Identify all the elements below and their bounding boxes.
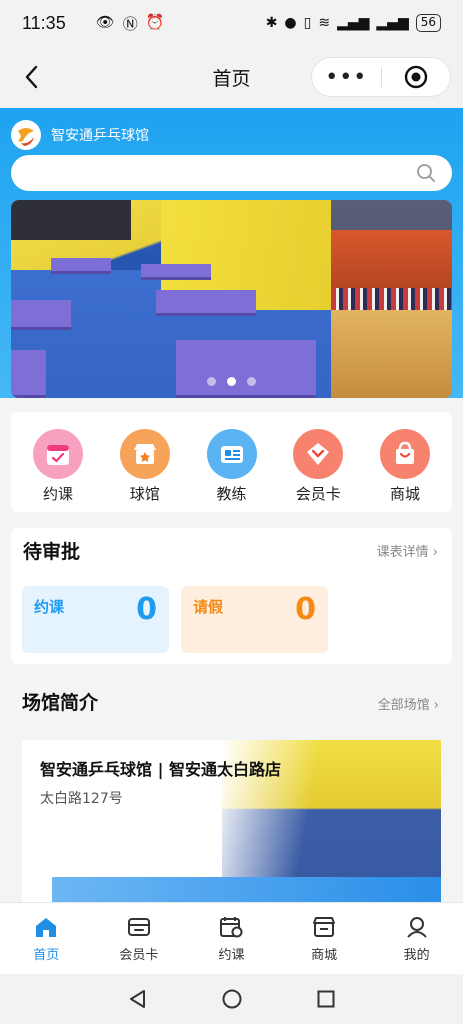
menu-label: 教练 xyxy=(216,485,247,503)
tab-booking[interactable]: 约课 xyxy=(185,903,278,974)
target-icon xyxy=(404,65,427,89)
bottom-tab-bar: 首页 会员卡 约课 商城 我的 xyxy=(0,902,463,974)
banner-slide-hall[interactable] xyxy=(11,200,331,398)
menu-item-shop[interactable]: 商城 xyxy=(368,429,442,512)
bluetooth-icon: ✱ xyxy=(265,15,278,31)
table-6 xyxy=(51,258,111,274)
section-title: 待审批 xyxy=(23,541,81,563)
calendar-icon xyxy=(33,429,83,479)
home-icon xyxy=(36,918,57,937)
back-triangle-icon[interactable] xyxy=(127,988,149,1010)
brand: 智安通乒乓球馆 xyxy=(11,120,149,150)
table-5 xyxy=(141,264,211,280)
tab-shop[interactable]: 商城 xyxy=(278,903,371,974)
vibrate-icon: ▯ xyxy=(303,15,312,31)
menu-label: 商城 xyxy=(389,485,420,503)
profile-icon xyxy=(406,917,427,938)
back-button[interactable] xyxy=(18,62,44,92)
logo-icon xyxy=(11,120,41,150)
recents-square-icon[interactable] xyxy=(315,988,337,1010)
menu-item-booking[interactable]: 约课 xyxy=(21,429,95,512)
alarm-icon: ⏰ xyxy=(145,12,165,31)
tab-home[interactable]: 首页 xyxy=(0,903,93,974)
tab-label: 首页 xyxy=(33,948,60,963)
banner-slide-arena[interactable] xyxy=(331,200,452,398)
chevron-right-icon: › xyxy=(432,545,438,560)
ceiling xyxy=(11,200,131,240)
signal-icon: ▂▄▆ xyxy=(337,15,370,31)
search-input[interactable] xyxy=(11,155,452,191)
link-label: 全部场馆 xyxy=(377,698,430,713)
tab-label: 商城 xyxy=(311,948,338,963)
tab-label: 我的 xyxy=(403,948,430,963)
status-time: 11:35 xyxy=(22,12,66,33)
menu-label: 约课 xyxy=(42,485,73,503)
banner-carousel[interactable] xyxy=(11,200,452,398)
table-3 xyxy=(176,340,316,398)
wifi-icon: ≋ xyxy=(318,15,331,31)
all-venues-link[interactable]: 全部场馆 › xyxy=(378,694,439,713)
tab-label: 约课 xyxy=(218,948,245,963)
menu-label: 会员卡 xyxy=(295,485,341,503)
venue-card[interactable]: 智安通乒乓球馆 | 智安通太白路店 太白路127号 xyxy=(22,740,441,910)
stat-value: 0 xyxy=(295,592,316,627)
stat-label: 请假 xyxy=(193,598,224,616)
coach-card-icon xyxy=(206,429,257,479)
leave-stat[interactable]: 请假 0 xyxy=(181,586,328,653)
table-2 xyxy=(11,350,46,398)
pending-approval-card: 待审批 课表详情 › 约课 0 请假 0 xyxy=(11,528,452,664)
shopping-bag-icon xyxy=(380,429,430,479)
menu-item-coach[interactable]: 教练 xyxy=(195,429,269,512)
tab-member-card[interactable]: 会员卡 xyxy=(93,903,186,974)
stat-value: 0 xyxy=(136,592,157,627)
section-title: 场馆简介 xyxy=(22,692,99,714)
eye-icon: 👁 xyxy=(95,12,115,31)
carousel-dot[interactable] xyxy=(207,377,216,386)
menu-item-member-card[interactable]: 会员卡 xyxy=(281,429,355,512)
arena-court xyxy=(331,310,452,398)
member-card-icon xyxy=(293,429,344,479)
venue-address: 太白路127号 xyxy=(40,791,123,807)
nfc-icon: Ⓝ xyxy=(122,14,138,33)
page-title: 首页 xyxy=(212,67,251,90)
shop-icon xyxy=(313,917,336,937)
mini-program-capsule: ••• xyxy=(311,57,451,97)
more-button[interactable]: ••• xyxy=(312,58,381,96)
brand-name: 智安通乒乓球馆 xyxy=(51,128,149,144)
signal-icon-2: ▂▄▆ xyxy=(376,15,409,31)
search-icon xyxy=(417,164,435,182)
store-icon xyxy=(119,429,170,479)
table-1 xyxy=(11,300,71,330)
menu-item-venue[interactable]: 球馆 xyxy=(108,429,182,512)
schedule-icon xyxy=(220,917,243,938)
more-icon: ••• xyxy=(325,64,368,90)
booking-stat[interactable]: 约课 0 xyxy=(22,586,169,653)
close-program-button[interactable] xyxy=(382,58,451,96)
carousel-indicators xyxy=(207,377,256,386)
stat-label: 约课 xyxy=(34,598,65,616)
chevron-left-icon xyxy=(25,65,38,89)
status-bar: 11:35 👁 Ⓝ ⏰ ✱ ● ▯ ≋ ▂▄▆ ▂▄▆ 56 xyxy=(0,0,463,46)
arena-stands xyxy=(331,230,452,290)
carousel-dot-active[interactable] xyxy=(227,377,236,386)
table-4 xyxy=(156,290,256,316)
status-right-icons: ✱ ● ▯ ≋ ▂▄▆ ▂▄▆ 56 xyxy=(266,14,441,32)
status-left-icons: 👁 Ⓝ ⏰ xyxy=(96,13,165,34)
venue-section-header: 场馆简介 全部场馆 › xyxy=(0,680,463,726)
location-icon: ● xyxy=(284,15,297,31)
tab-label: 会员卡 xyxy=(119,948,159,963)
tab-profile[interactable]: 我的 xyxy=(370,903,463,974)
system-navigation-bar xyxy=(0,974,463,1024)
link-label: 课表详情 xyxy=(376,545,429,560)
battery-indicator: 56 xyxy=(415,14,441,32)
card-icon xyxy=(127,918,150,936)
venue-name: 智安通乒乓球馆 | 智安通太白路店 xyxy=(40,760,281,779)
schedule-details-link[interactable]: 课表详情 › xyxy=(377,541,438,560)
navigation-bar: 首页 ••• xyxy=(0,46,463,108)
quick-menu: 约课 球馆 教练 会员卡 商城 xyxy=(11,412,452,512)
menu-label: 球馆 xyxy=(129,485,160,503)
carousel-dot[interactable] xyxy=(247,377,256,386)
home-circle-icon[interactable] xyxy=(221,988,243,1010)
chevron-right-icon: › xyxy=(433,698,439,713)
